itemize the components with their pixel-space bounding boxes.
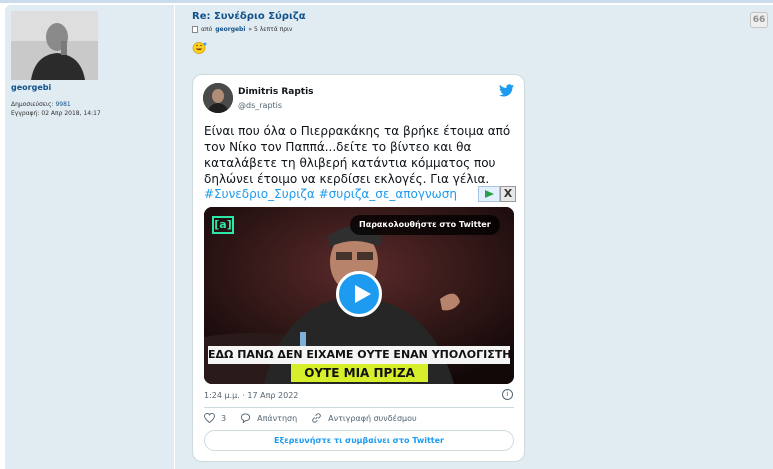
watch-on-twitter-button[interactable]: Παρακολουθήστε στο Twitter xyxy=(350,215,500,235)
tweet-video[interactable]: [a] Παρακολουθήστε στο Twitter ΕΔΩ ΠΑΝΩ … xyxy=(204,207,514,384)
tweet-hashtags[interactable]: #Συνεδριο_Συριζα #συριζα_σε_απογνωση xyxy=(204,186,457,202)
tweet-author-handle[interactable]: @ds_raptis xyxy=(238,101,282,110)
reply-action[interactable]: Απάντηση xyxy=(240,413,297,423)
registered-date: Εγγραφή: 02 Απρ 2018, 14:17 xyxy=(11,109,101,118)
forum-post: georgebi Δημοσιεύσεις: 9981 Εγγραφή: 02 … xyxy=(5,5,773,469)
post-author-line: από georgebi » 5 λεπτά πριν xyxy=(192,26,292,33)
author-prefix: από xyxy=(201,26,213,33)
ad-play-icon[interactable] xyxy=(478,186,500,202)
post-icon xyxy=(192,26,198,33)
reply-icon xyxy=(241,413,251,423)
like-count: 3 xyxy=(221,413,227,423)
username[interactable]: georgebi xyxy=(11,83,51,92)
explore-twitter-button[interactable]: Εξερευνήστε τι συμβαίνει στο Twitter xyxy=(204,430,514,451)
registered-label: Εγγραφή: xyxy=(11,110,40,117)
copy-link-action[interactable]: Αντιγραφή συνδέσμου xyxy=(311,413,417,423)
avatar[interactable] xyxy=(11,11,98,80)
tweet-text: Είναι που όλα ο Πιερρακάκης τα βρήκε έτο… xyxy=(204,124,511,186)
quote-button[interactable]: 66 xyxy=(750,12,768,28)
tweet-actions: 3 Απάντηση Αντιγραφή συνδέσμου xyxy=(204,413,431,423)
embedded-tweet: Dimitris Raptis @ds_raptis Είναι που όλα… xyxy=(192,74,525,462)
post-time: » 5 λεπτά πριν xyxy=(248,26,293,33)
top-border xyxy=(0,0,773,3)
post-title[interactable]: Re: Συνέδριο Σύριζα xyxy=(192,11,306,22)
tweet-avatar[interactable] xyxy=(203,83,233,113)
avatar-photo xyxy=(11,11,98,80)
laughing-smiley-icon xyxy=(192,42,207,54)
like-action[interactable]: 3 xyxy=(204,413,226,423)
info-icon[interactable]: i xyxy=(502,389,513,400)
tweet-timestamp[interactable]: 1:24 μ.μ. · 17 Απρ 2022 xyxy=(204,391,298,400)
video-subtitle-line1: ΕΔΩ ΠΑΝΩ ΔΕΝ ΕΙΧΑΜΕ ΟΥΤΕ ΕΝΑΝ ΥΠΟΛΟΓΙΣΤΗ xyxy=(208,346,510,364)
user-stats: Δημοσιεύσεις: 9981 Εγγραφή: 02 Απρ 2018,… xyxy=(11,100,101,118)
tweet-author-name[interactable]: Dimitris Raptis xyxy=(238,87,314,97)
reply-label: Απάντηση xyxy=(257,413,298,423)
registered-value: 02 Απρ 2018, 14:17 xyxy=(41,110,101,117)
tweet-avatar-photo xyxy=(203,83,233,113)
posts-label: Δημοσιεύσεις: xyxy=(11,101,54,108)
posts-count: Δημοσιεύσεις: 9981 xyxy=(11,100,101,109)
ad-badge: X xyxy=(478,186,518,202)
link-icon xyxy=(312,413,321,423)
copy-link-label: Αντιγραφή συνδέσμου xyxy=(328,413,417,423)
post-profile: georgebi Δημοσιεύσεις: 9981 Εγγραφή: 02 … xyxy=(5,5,175,469)
play-button-icon[interactable] xyxy=(336,271,382,317)
video-channel-logo: [a] xyxy=(212,216,234,234)
post-author[interactable]: georgebi xyxy=(215,26,245,33)
twitter-bird-icon[interactable] xyxy=(499,84,514,97)
heart-icon xyxy=(204,413,215,423)
video-subtitle-line2: ΟΥΤΕ ΜΙΑ ΠΡΙΖΑ xyxy=(291,364,428,382)
ad-close-button[interactable]: X xyxy=(500,186,516,202)
tweet-divider xyxy=(204,407,514,408)
post-body: Re: Συνέδριο Σύριζα από georgebi » 5 λεπ… xyxy=(191,5,771,469)
posts-value[interactable]: 9981 xyxy=(55,101,70,108)
